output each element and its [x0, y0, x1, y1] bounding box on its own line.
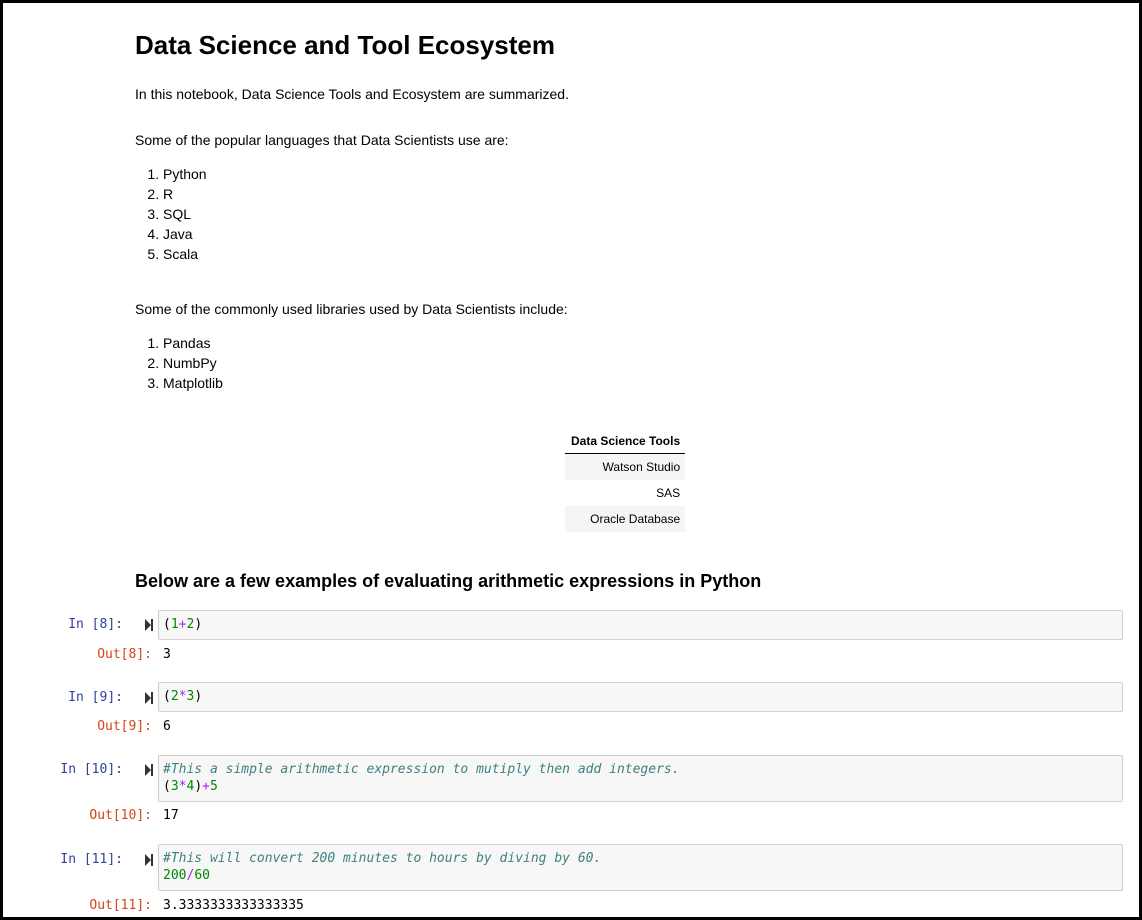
- notebook-frame: Data Science and Tool Ecosystem In this …: [0, 0, 1142, 920]
- code-token: 3: [170, 779, 179, 794]
- list-item: NumbPy: [163, 353, 223, 373]
- code-token: (: [163, 779, 171, 794]
- notebook-title: Data Science and Tool Ecosystem: [135, 30, 555, 60]
- output-prompt: Out[11]:: [89, 898, 152, 913]
- list-item: Pandas: [163, 333, 223, 353]
- input-prompt: In [11]:: [60, 852, 123, 867]
- libraries-list: Pandas NumbPy Matplotlib: [135, 333, 223, 393]
- cell-output: 3.3333333333333335: [163, 898, 304, 913]
- code-token: ): [194, 779, 203, 794]
- list-item: SQL: [163, 204, 207, 224]
- code-cell[interactable]: #This a simple arithmetic expression to …: [158, 755, 1123, 802]
- list-item: Python: [163, 164, 207, 184]
- code-line: (2*3): [163, 688, 1118, 705]
- code-line: 200/60: [163, 867, 1118, 884]
- code-token: ): [194, 689, 203, 704]
- output-prompt: Out[9]:: [97, 719, 152, 734]
- code-comment: #This will convert 200 minutes to hours …: [163, 851, 602, 866]
- code-comment: #This a simple arithmetic expression to …: [163, 762, 680, 777]
- step-forward-icon[interactable]: [144, 763, 154, 777]
- list-item: Scala: [163, 244, 207, 264]
- list-item: Matplotlib: [163, 373, 223, 393]
- code-cell[interactable]: (2*3): [158, 682, 1123, 712]
- code-token: +: [202, 779, 210, 794]
- output-prompt: Out[8]:: [97, 647, 152, 662]
- list-item: R: [163, 184, 207, 204]
- code-token: 2: [170, 689, 179, 704]
- input-prompt: In [8]:: [68, 617, 123, 632]
- code-token: 5: [209, 779, 218, 794]
- code-cell[interactable]: (1+2): [158, 610, 1123, 640]
- code-token: (: [163, 617, 171, 632]
- table-header: Data Science Tools: [565, 429, 686, 454]
- languages-list: Python R SQL Java Scala: [135, 164, 207, 264]
- code-line: (1+2): [163, 616, 1118, 633]
- table-row: Watson Studio: [565, 453, 686, 480]
- cell-output: 17: [163, 808, 179, 823]
- list-item: Java: [163, 224, 207, 244]
- languages-heading: Some of the popular languages that Data …: [135, 132, 509, 148]
- intro-text: In this notebook, Data Science Tools and…: [135, 86, 569, 102]
- libraries-heading: Some of the commonly used libraries used…: [135, 301, 568, 317]
- tools-table: Data Science Tools Watson Studio SAS Ora…: [565, 429, 686, 532]
- table-row: Oracle Database: [565, 506, 686, 532]
- table-cell: Oracle Database: [565, 506, 686, 532]
- output-prompt: Out[10]:: [89, 808, 152, 823]
- code-token: 60: [194, 868, 210, 883]
- cell-output: 6: [163, 719, 171, 734]
- code-token: (: [163, 689, 171, 704]
- code-token: ): [194, 617, 203, 632]
- input-prompt: In [10]:: [60, 762, 123, 777]
- input-prompt: In [9]:: [68, 690, 123, 705]
- step-forward-icon[interactable]: [144, 853, 154, 867]
- code-line: (3*4)+5: [163, 778, 1118, 795]
- cell-output: 3: [163, 647, 171, 662]
- table-row: SAS: [565, 480, 685, 506]
- code-token: 200: [163, 868, 187, 883]
- code-cell[interactable]: #This will convert 200 minutes to hours …: [158, 844, 1123, 891]
- code-token: 1: [170, 617, 179, 632]
- table-cell: Watson Studio: [565, 453, 686, 480]
- table-cell: SAS: [656, 486, 681, 500]
- step-forward-icon[interactable]: [144, 691, 154, 705]
- examples-heading: Below are a few examples of evaluating a…: [135, 571, 762, 591]
- step-forward-icon[interactable]: [144, 618, 154, 632]
